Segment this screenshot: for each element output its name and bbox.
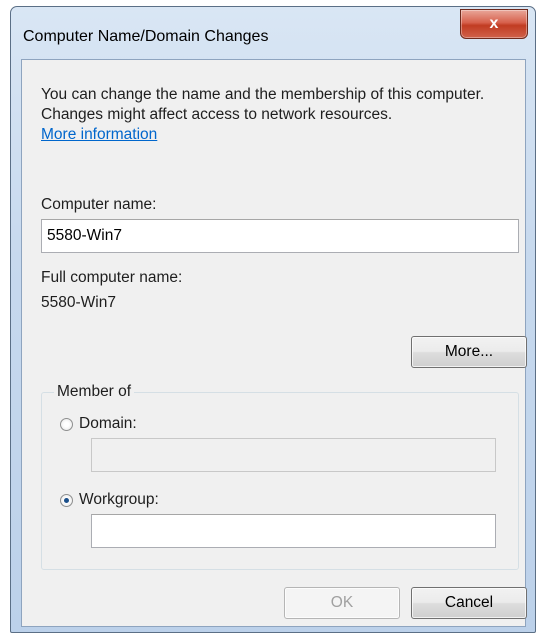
workgroup-radio[interactable] <box>60 493 73 507</box>
more-button[interactable]: More... <box>411 336 527 368</box>
workgroup-label: Workgroup: <box>79 491 159 508</box>
workgroup-input[interactable] <box>91 514 496 548</box>
dialog-window: Computer Name/Domain Changes x You can c… <box>10 6 536 633</box>
member-of-group: Member of Domain: Workgroup: <box>41 383 519 570</box>
close-button[interactable]: x <box>460 9 528 39</box>
dialog-body: You can change the name and the membersh… <box>21 59 527 627</box>
more-information-link[interactable]: More information <box>41 126 157 143</box>
window-title: Computer Name/Domain Changes <box>23 28 269 45</box>
domain-input[interactable] <box>91 438 496 472</box>
close-icon: x <box>489 15 499 32</box>
domain-radio[interactable] <box>60 417 73 431</box>
workgroup-option[interactable]: Workgroup: <box>60 491 159 509</box>
computer-name-label: Computer name: <box>41 196 157 213</box>
full-computer-name-label: Full computer name: <box>41 269 183 286</box>
description: You can change the name and the membersh… <box>41 85 519 145</box>
cancel-button[interactable]: Cancel <box>411 587 527 619</box>
description-text: You can change the name and the membersh… <box>41 86 485 123</box>
domain-option[interactable]: Domain: <box>60 415 137 433</box>
full-computer-name-value: 5580-Win7 <box>41 294 116 311</box>
member-of-legend: Member of <box>54 383 135 401</box>
title-bar[interactable]: Computer Name/Domain Changes x <box>11 7 535 59</box>
ok-button[interactable]: OK <box>284 587 400 619</box>
computer-name-input[interactable] <box>41 219 519 253</box>
domain-label: Domain: <box>79 415 137 432</box>
